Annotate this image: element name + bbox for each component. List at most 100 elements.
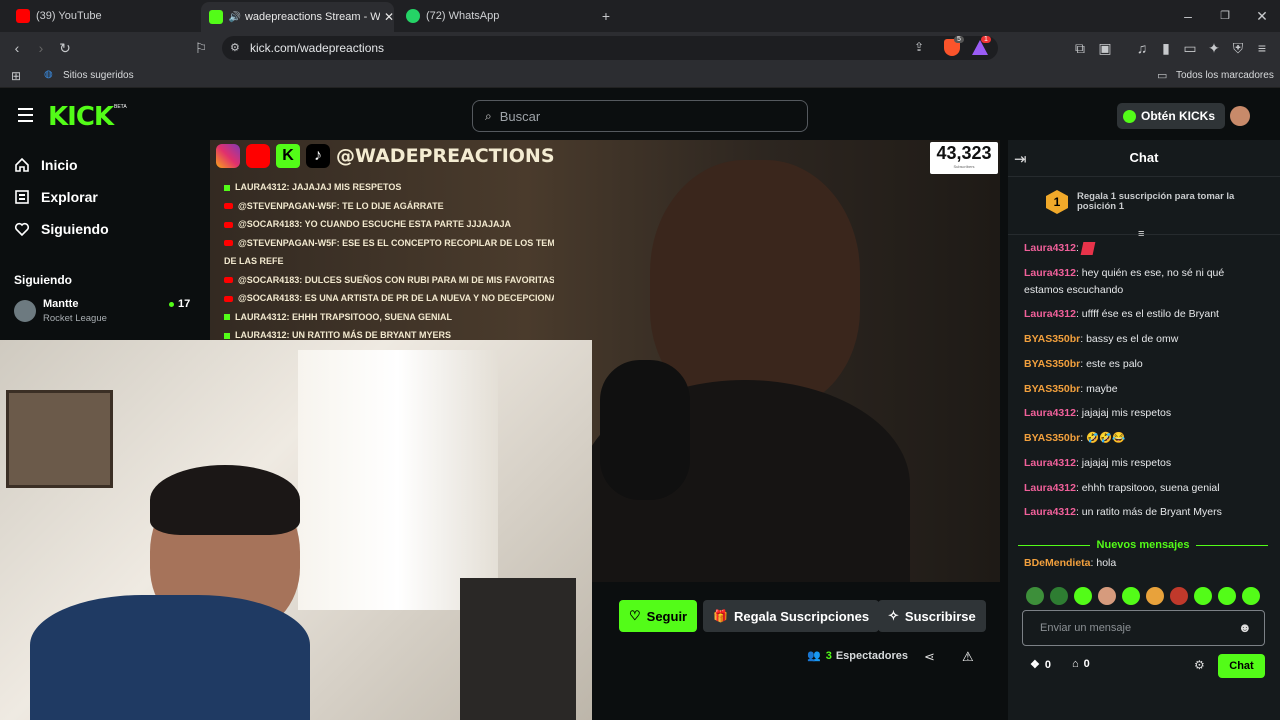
leo-icon[interactable]: ✦	[1205, 40, 1223, 56]
send-chat-button[interactable]: Chat	[1218, 654, 1265, 678]
close-tab-icon[interactable]: ✕	[384, 10, 394, 24]
share-icon[interactable]: ⋖	[924, 649, 935, 665]
url-field[interactable]: ⚙ kick.com/wadepreactions ⇪ 5 1	[222, 36, 998, 60]
emoji-picker-icon[interactable]: ☻	[1238, 620, 1252, 635]
channel-category: Rocket League	[43, 313, 107, 324]
user-avatar[interactable]	[1230, 106, 1250, 126]
viewer-count: 👥 3 Espectadores	[807, 649, 908, 663]
minimize-icon[interactable]: –	[1179, 8, 1197, 24]
youtube-icon	[224, 240, 233, 247]
bookmark-suggested[interactable]: Sitios sugeridos	[63, 70, 134, 81]
bookmark-all[interactable]: Todos los marcadores	[1176, 70, 1274, 81]
chat-username[interactable]: BYAS350br	[1024, 383, 1080, 395]
report-icon[interactable]: ⚠	[962, 649, 974, 665]
chat-settings-icon[interactable]: ⚙	[1194, 658, 1205, 672]
emote-icon[interactable]	[1026, 587, 1044, 605]
chat-username[interactable]: BDeMendieta	[1024, 557, 1091, 569]
folder-icon: ▭	[1157, 70, 1168, 82]
emote-bar	[1026, 587, 1266, 605]
chat-username[interactable]: BYAS350br	[1024, 333, 1080, 345]
subscribe-button[interactable]: ✧ Suscribirse	[878, 600, 986, 632]
site-info-icon[interactable]: ⚙	[230, 41, 240, 54]
viewers-icon: 👥	[807, 650, 821, 662]
back-icon[interactable]: ‹	[8, 40, 26, 56]
apps-grid-icon[interactable]: ⊞	[7, 68, 25, 84]
new-messages-label: Nuevos mensajes	[1096, 539, 1190, 551]
forward-icon[interactable]: ›	[32, 40, 50, 56]
follow-button[interactable]: ♡ Seguir	[619, 600, 698, 632]
youtube-icon	[16, 9, 30, 23]
gift-leaderboard-text[interactable]: Regala 1 suscripción para tomar la posic…	[1077, 192, 1247, 212]
reload-icon[interactable]: ↻	[56, 40, 74, 56]
restore-icon[interactable]: ❐	[1216, 8, 1234, 24]
emote-icon[interactable]	[1098, 587, 1116, 605]
sidebar-item-explorar[interactable]: Explorar	[14, 189, 98, 205]
kicks-balance[interactable]: ❖ 0	[1030, 658, 1051, 672]
chat-message: Laura4312: hey quién es ese, no sé ni qu…	[1024, 265, 1264, 299]
tab-youtube[interactable]: (39) YouTube	[8, 0, 198, 32]
search-input[interactable]: ⌕ Buscar	[472, 100, 808, 132]
media-icon[interactable]: ♫	[1133, 40, 1151, 56]
live-dot-icon	[169, 302, 174, 307]
get-kicks-label: Obtén KICKs	[1141, 109, 1216, 123]
gift-subs-button[interactable]: 🎁 Regala Suscripciones	[703, 600, 880, 632]
chat-username[interactable]: Laura4312	[1024, 407, 1076, 419]
chat-input[interactable]: Enviar un mensaje ☻	[1022, 610, 1265, 646]
get-kicks-button[interactable]: Obtén KICKs	[1117, 103, 1226, 129]
vpn-icon[interactable]: ⛨	[1229, 40, 1247, 56]
new-messages-divider: Nuevos mensajes	[1018, 537, 1268, 553]
instagram-icon	[216, 144, 240, 168]
bookmark-icon[interactable]: ⚐	[192, 40, 210, 56]
sidebar-icon[interactable]: ▮	[1157, 40, 1175, 56]
emote-icon[interactable]	[1218, 587, 1236, 605]
chat-username[interactable]: Laura4312	[1024, 308, 1076, 320]
share-icon[interactable]: ⇪	[914, 40, 924, 54]
chat-username[interactable]: Laura4312	[1024, 457, 1076, 469]
chat-username[interactable]: BYAS350br	[1024, 432, 1080, 444]
hamburger-menu-icon[interactable]	[18, 108, 33, 122]
kicks-coin-icon	[1123, 109, 1136, 123]
viewer-shirt	[30, 595, 310, 720]
sidebar-item-inicio[interactable]: Inicio	[14, 157, 78, 173]
store-icon: ⌂	[1072, 658, 1079, 670]
heart-icon	[14, 222, 30, 237]
sidebar-item-label: Explorar	[41, 189, 98, 205]
stream-overlay-header: K ♪ @WADEPREACTIONS	[216, 144, 555, 168]
kick-logo[interactable]: KICK	[48, 102, 114, 132]
tab-label: (72) WhatsApp	[426, 10, 500, 22]
emote-icon[interactable]	[1146, 587, 1164, 605]
chat-message: Laura4312: jajajaj mis respetos	[1024, 405, 1264, 422]
divider	[1008, 176, 1280, 177]
emote-icon[interactable]	[1050, 587, 1068, 605]
chat-username[interactable]: Laura4312	[1024, 267, 1076, 279]
extensions-icon[interactable]: ⧉	[1071, 40, 1089, 56]
emote-icon[interactable]	[1194, 587, 1212, 605]
following-channel-mantte[interactable]: Mantte Rocket League 17	[14, 298, 204, 328]
tab-search-icon[interactable]: ▭	[1181, 40, 1199, 56]
chat-input-placeholder: Enviar un mensaje	[1040, 622, 1132, 634]
store-count: 0	[1083, 658, 1090, 670]
chat-username[interactable]: BYAS350br	[1024, 358, 1080, 370]
compass-icon	[15, 190, 29, 204]
emote-icon[interactable]	[1170, 587, 1188, 605]
chat-username[interactable]: Laura4312	[1024, 242, 1076, 254]
sidebar-item-siguiendo[interactable]: Siguiendo	[14, 221, 109, 237]
close-window-icon[interactable]: ✕	[1253, 8, 1271, 24]
emote-icon[interactable]	[1074, 587, 1092, 605]
overlay-chat-text: LAURA4312: UN RATITO MÁS DE BRYANT MYERS	[235, 330, 452, 340]
chat-username[interactable]: Laura4312	[1024, 506, 1076, 518]
heart-icon: ♡	[629, 608, 641, 623]
emote-icon[interactable]	[1122, 587, 1140, 605]
tab-kick[interactable]: 🔊 wadepreactions Stream - Wat ✕	[201, 2, 394, 32]
overlay-chat-text: LAURA4312: JAJAJAJ MIS RESPETOS	[235, 182, 402, 192]
kick-icon	[224, 314, 230, 321]
new-tab-icon[interactable]: +	[597, 8, 615, 24]
store-balance[interactable]: ⌂ 0	[1072, 658, 1090, 670]
chat-username[interactable]: Laura4312	[1024, 482, 1076, 494]
subscribe-label: Suscribirse	[904, 608, 976, 624]
wallet-icon[interactable]: ▣	[1096, 40, 1114, 56]
expand-pinned-icon[interactable]: ≡	[1138, 228, 1144, 240]
tab-whatsapp[interactable]: (72) WhatsApp	[400, 0, 590, 32]
menu-icon[interactable]: ≡	[1253, 40, 1271, 56]
emote-icon[interactable]	[1242, 587, 1260, 605]
